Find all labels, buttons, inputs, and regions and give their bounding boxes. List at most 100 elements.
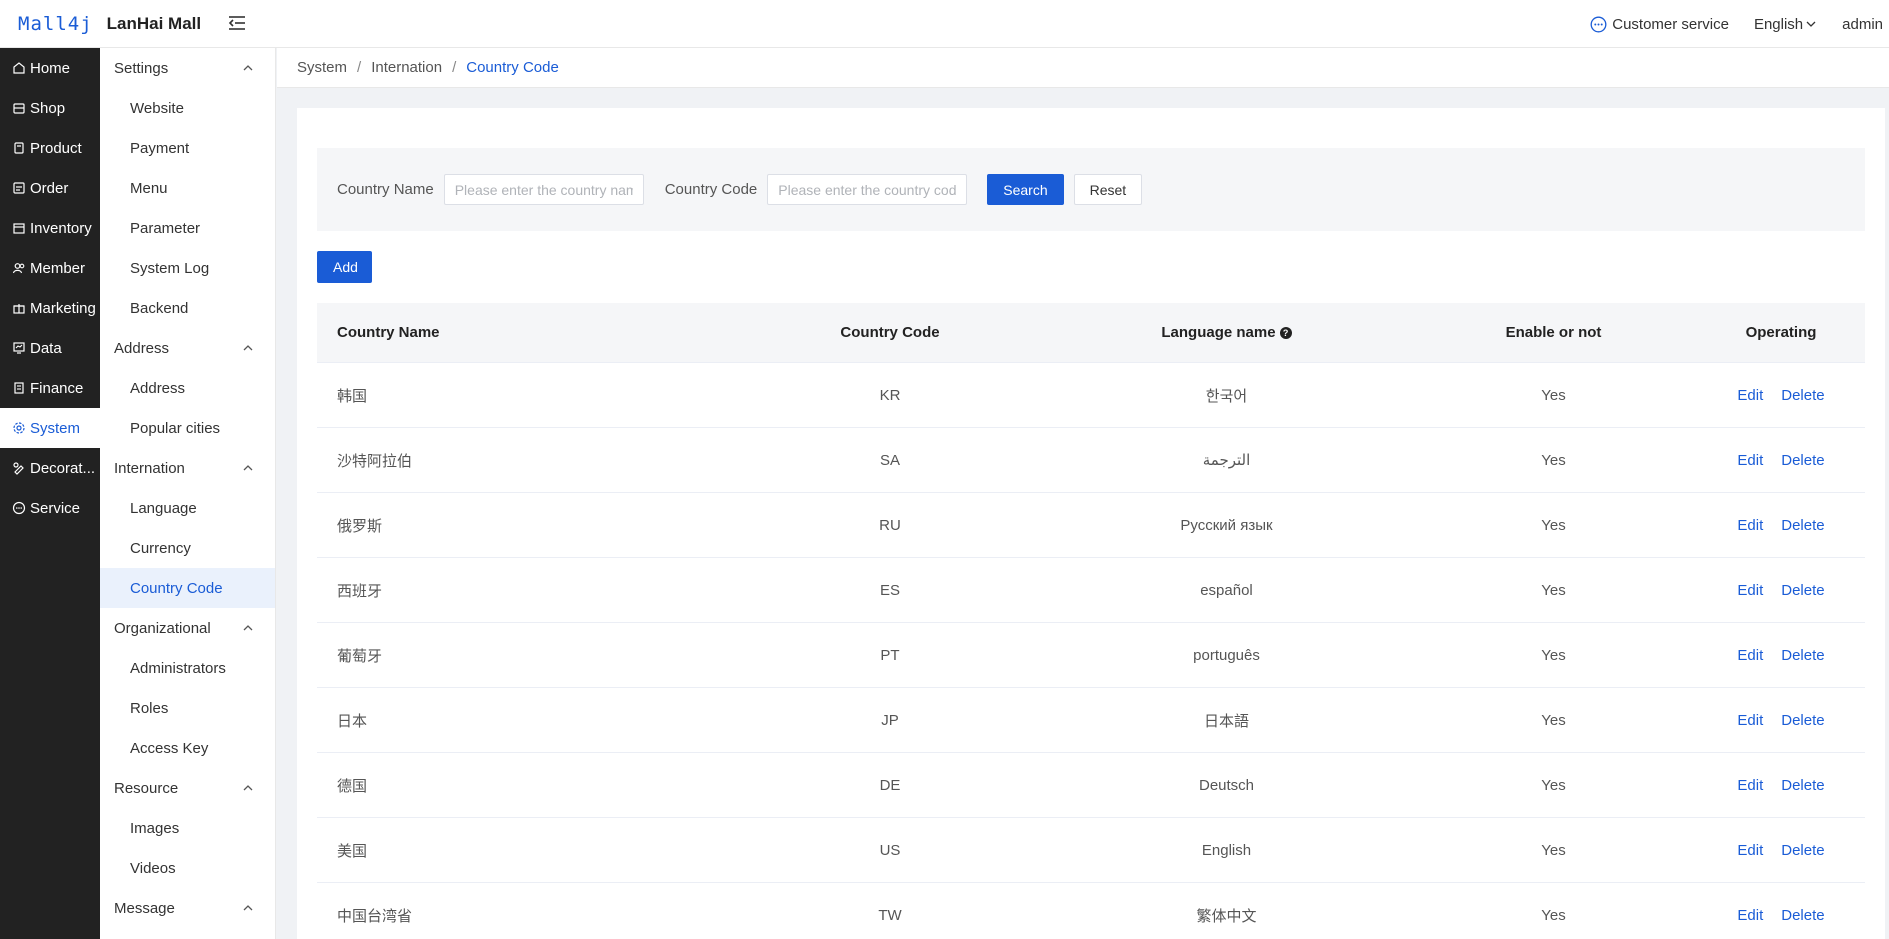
breadcrumb-item[interactable]: Internation [371,59,442,76]
nav-item-parameter[interactable]: Parameter [100,208,275,248]
delete-link[interactable]: Delete [1781,647,1824,664]
cell-language-name: الترجمة [1202,452,1251,469]
nav-group-address[interactable]: Address [100,328,275,368]
nav-order[interactable]: Order [0,168,100,208]
chevron-up-icon [243,785,253,791]
nav-finance[interactable]: Finance [0,368,100,408]
country-code-input[interactable] [767,174,968,205]
nav-home[interactable]: Home [0,48,100,88]
nav-home-label: Home [30,59,71,77]
header-country-name: Country Name [337,324,440,341]
user-menu[interactable]: admin [1842,16,1883,33]
nav-group-message[interactable]: Message [100,888,275,928]
cell-language-name: 日本語 [1203,712,1249,730]
nav-item-videos[interactable]: Videos [100,848,275,888]
shop-icon [13,103,25,114]
nav-group-resource[interactable]: Resource [100,768,275,808]
chevron-up-icon [243,625,253,631]
delete-link[interactable]: Delete [1781,387,1824,404]
delete-link[interactable]: Delete [1781,842,1824,859]
collapse-menu-icon[interactable] [226,12,248,34]
cell-enabled: Yes [1541,776,1566,794]
delete-link[interactable]: Delete [1781,582,1824,599]
content-card: Country Name Country Code Search Reset A… [297,108,1885,939]
table-row: 中国台湾省 TW 繁体中文 Yes Edit Delete [317,883,1865,939]
nav-group-organizational[interactable]: Organizational [100,608,275,648]
help-icon[interactable]: ? [1279,326,1292,339]
reset-button[interactable]: Reset [1073,174,1143,205]
nav-member[interactable]: Member [0,248,100,288]
nav-group-label: Message [114,899,175,917]
nav-marketing-label: Marketing [30,299,96,317]
edit-link[interactable]: Edit [1737,777,1763,794]
nav-item-currency[interactable]: Currency [100,528,275,568]
nav-group-internation[interactable]: Internation [100,448,275,488]
chevron-up-icon [243,345,253,351]
table-row: 韩国 KR 한국어 Yes Edit Delete [317,363,1865,428]
cell-enabled: Yes [1541,386,1566,404]
delete-link[interactable]: Delete [1781,712,1824,729]
edit-link[interactable]: Edit [1737,842,1763,859]
add-button[interactable]: Add [317,251,372,283]
data-icon [13,342,25,354]
edit-link[interactable]: Edit [1737,647,1763,664]
nav-item-images[interactable]: Images [100,808,275,848]
nav-decorate[interactable]: Decorat... [0,448,100,488]
edit-link[interactable]: Edit [1737,452,1763,469]
nav-group-settings[interactable]: Settings [100,48,275,88]
edit-link[interactable]: Edit [1737,712,1763,729]
primary-nav: Home Shop Product Order Inventory Member… [0,48,100,939]
cell-enabled: Yes [1541,516,1566,534]
nav-system-label: System [30,419,81,437]
nav-item-administrators[interactable]: Administrators [100,648,275,688]
nav-data[interactable]: Data [0,328,100,368]
nav-item-backend[interactable]: Backend [100,288,275,328]
chevron-up-icon [243,65,253,71]
cell-operating: Edit Delete [1697,582,1865,599]
cell-operating: Edit Delete [1697,517,1865,534]
cell-operating: Edit Delete [1697,647,1865,664]
edit-link[interactable]: Edit [1737,387,1763,404]
cell-country-code: KR [879,386,901,404]
nav-group-label: Settings [114,59,169,77]
delete-link[interactable]: Delete [1781,452,1824,469]
cell-country-name: 中国台湾省 [337,907,413,925]
edit-link[interactable]: Edit [1737,907,1763,924]
country-name-input[interactable] [443,174,644,205]
nav-item-payment[interactable]: Payment [100,128,275,168]
nav-system[interactable]: System [0,408,100,448]
nav-item-system-log[interactable]: System Log [100,248,275,288]
header-language-name-label: Language name [1161,324,1276,341]
nav-inventory-label: Inventory [30,219,92,237]
cell-enabled: Yes [1541,581,1566,599]
nav-item-roles[interactable]: Roles [100,688,275,728]
home-icon [13,62,25,74]
nav-item-website[interactable]: Website [100,88,275,128]
search-button[interactable]: Search [987,174,1064,205]
cell-country-name: 俄罗斯 [337,517,383,535]
edit-link[interactable]: Edit [1737,582,1763,599]
nav-item-language[interactable]: Language [100,488,275,528]
nav-item-address[interactable]: Address [100,368,275,408]
nav-item-popular-cities[interactable]: Popular cities [100,408,275,448]
nav-product[interactable]: Product [0,128,100,168]
nav-item-menu[interactable]: Menu [100,168,275,208]
nav-marketing[interactable]: Marketing [0,288,100,328]
cell-country-name: 德国 [337,777,368,795]
edit-link[interactable]: Edit [1737,517,1763,534]
customer-service-button[interactable]: Customer service [1590,16,1729,33]
header-country-code: Country Code [840,324,940,341]
language-dropdown[interactable]: English [1754,16,1816,33]
delete-link[interactable]: Delete [1781,517,1824,534]
nav-item-access-key[interactable]: Access Key [100,728,275,768]
nav-inventory[interactable]: Inventory [0,208,100,248]
breadcrumb-item[interactable]: System [297,59,347,76]
nav-shop[interactable]: Shop [0,88,100,128]
cell-country-code: PT [880,646,900,664]
nav-item-country-code[interactable]: Country Code [100,568,275,608]
chat-dots-icon [1590,16,1607,32]
nav-service[interactable]: Service [0,488,100,528]
delete-link[interactable]: Delete [1781,907,1824,924]
table-row: 葡萄牙 PT português Yes Edit Delete [317,623,1865,688]
delete-link[interactable]: Delete [1781,777,1824,794]
